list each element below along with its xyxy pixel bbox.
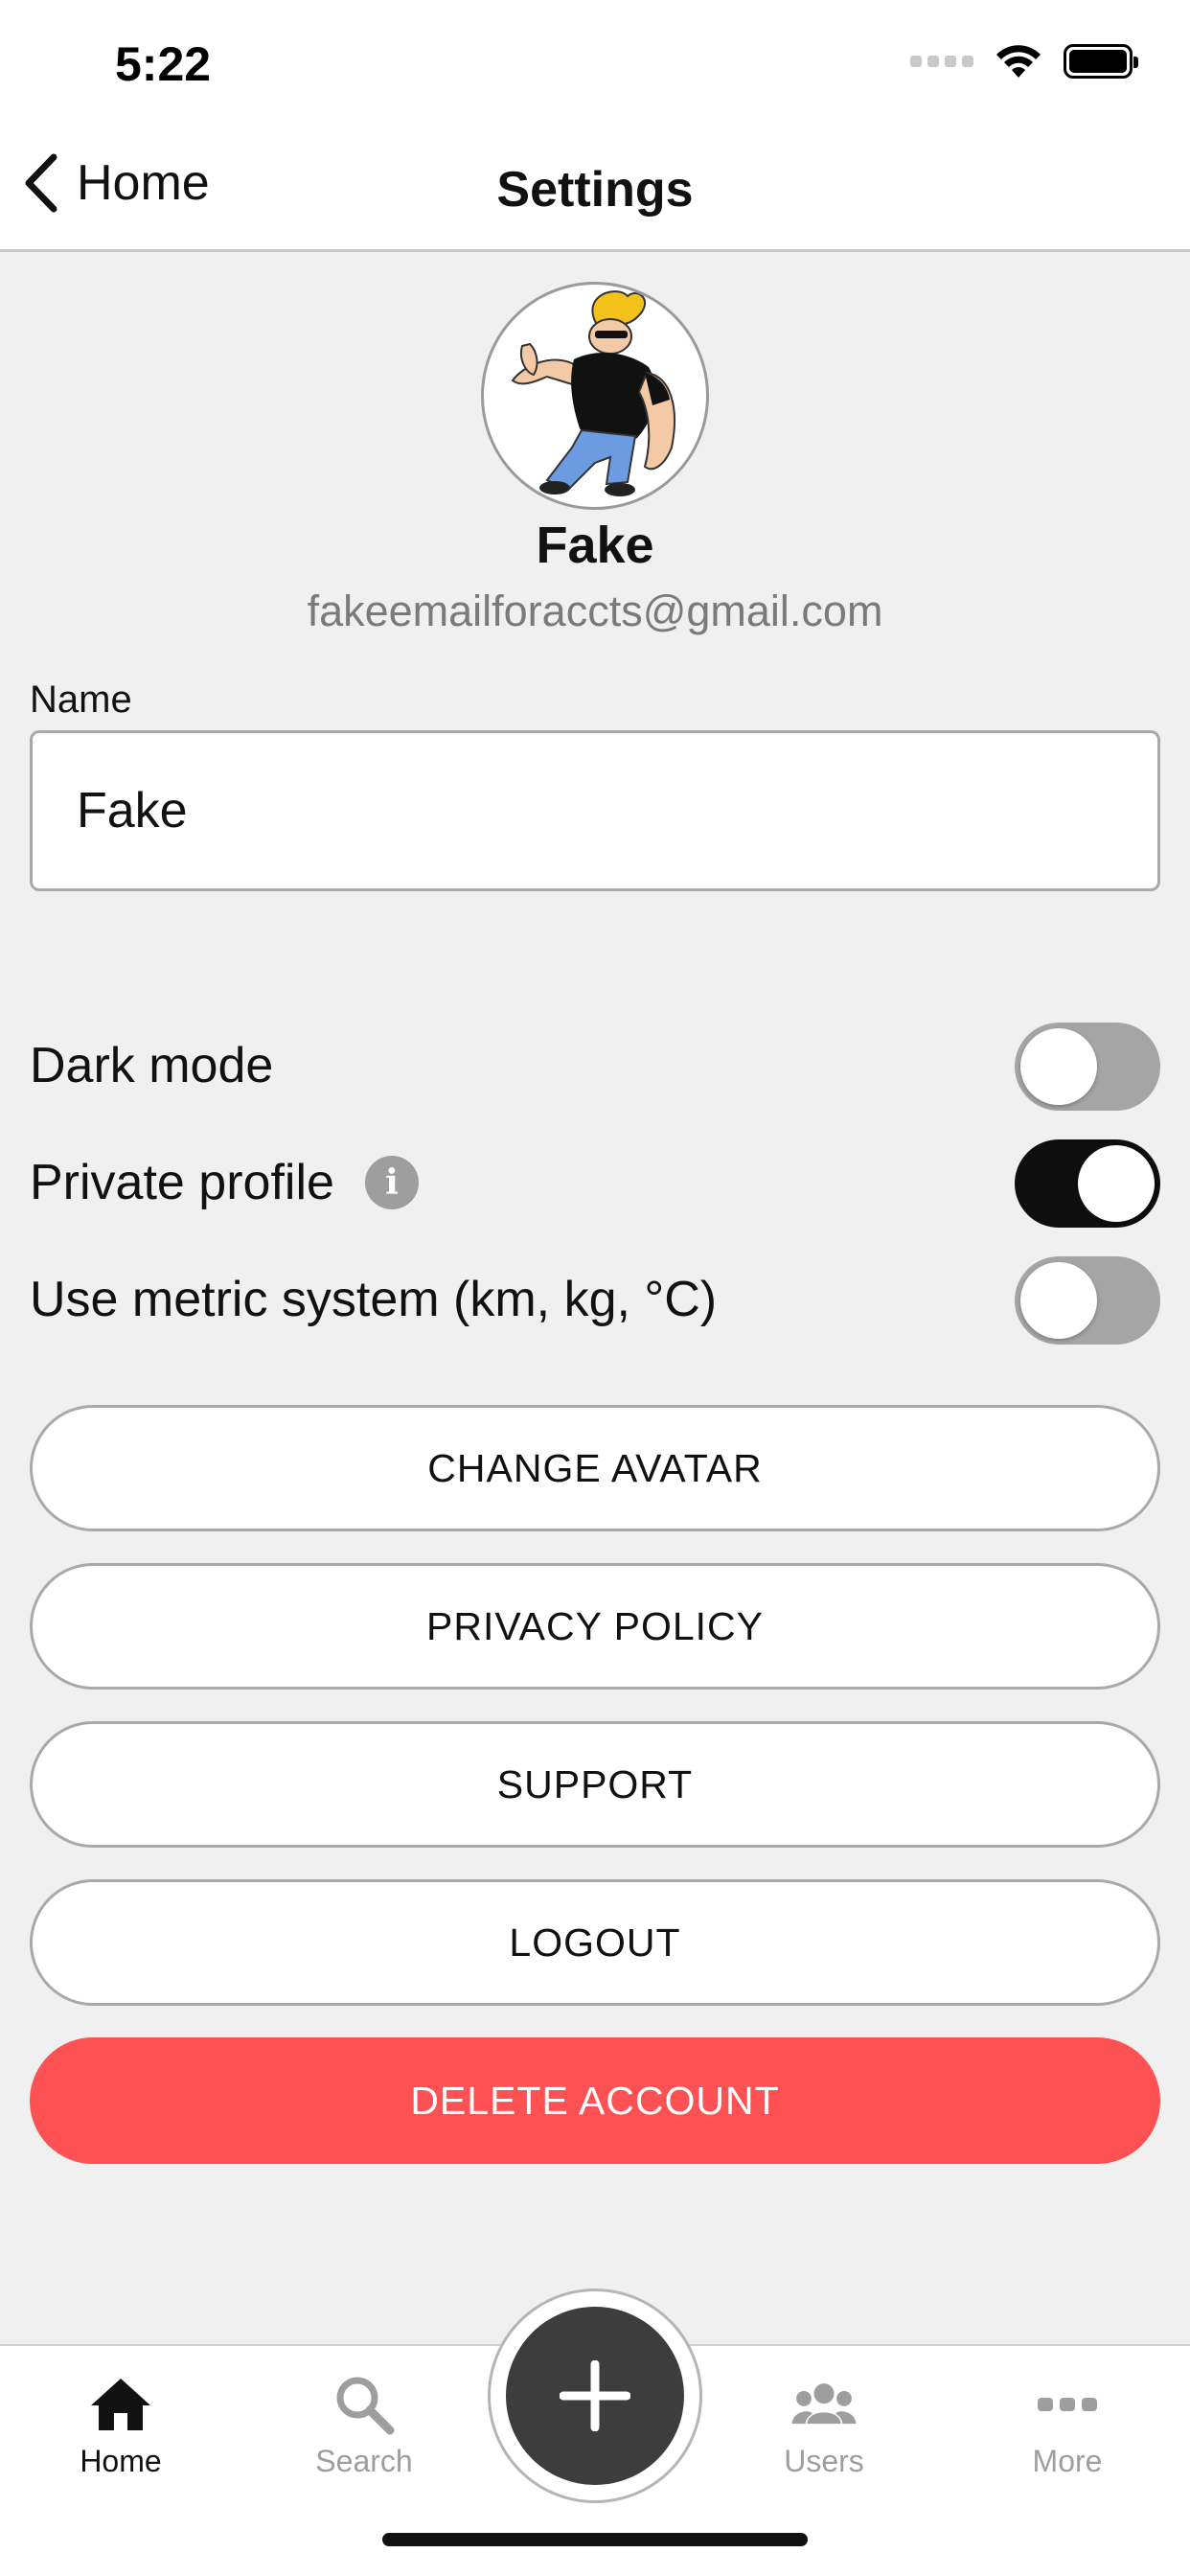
support-button[interactable]: SUPPORT	[30, 1721, 1160, 1848]
wifi-icon	[996, 45, 1041, 78]
top-bar: 5:22 Home Settings	[0, 0, 1190, 252]
change-avatar-button[interactable]: CHANGE AVATAR	[30, 1405, 1160, 1531]
tab-more-label: More	[1032, 2444, 1103, 2478]
dark-mode-toggle[interactable]	[1015, 1023, 1160, 1111]
home-indicator	[382, 2533, 808, 2546]
privacy-policy-button[interactable]: PRIVACY POLICY	[30, 1563, 1160, 1690]
delete-account-button[interactable]: DELETE ACCOUNT	[30, 2037, 1160, 2164]
tab-users[interactable]: Users	[728, 2346, 920, 2499]
status-icons	[910, 42, 1138, 80]
cellular-signal-icon	[910, 56, 973, 67]
users-icon	[791, 2383, 857, 2425]
profile-name: Fake	[536, 517, 654, 574]
private-profile-label: Private profile	[30, 1155, 334, 1210]
battery-icon	[1064, 44, 1138, 79]
search-icon	[336, 2377, 395, 2435]
tab-more[interactable]: More	[972, 2346, 1163, 2499]
tab-home[interactable]: Home	[25, 2346, 217, 2499]
metric-system-toggle[interactable]	[1015, 1256, 1160, 1345]
name-field-label: Name	[30, 678, 132, 721]
avatar[interactable]	[481, 282, 709, 510]
tab-search-label: Search	[315, 2444, 413, 2478]
info-icon[interactable]: i	[364, 1156, 419, 1209]
tab-search[interactable]: Search	[268, 2346, 460, 2499]
profile-email: fakeemailforaccts@gmail.com	[307, 586, 883, 635]
logout-button[interactable]: LOGOUT	[30, 1879, 1160, 2006]
home-icon	[91, 2379, 150, 2430]
avatar-cartoon-image	[511, 290, 675, 496]
more-icon	[1038, 2398, 1097, 2411]
page-title: Settings	[496, 162, 694, 218]
add-button-ring	[488, 2288, 702, 2503]
dark-mode-row: Dark mode	[30, 1020, 1160, 1112]
status-time: 5:22	[115, 37, 212, 91]
add-button[interactable]	[506, 2307, 684, 2485]
metric-system-label: Use metric system (km, kg, °C)	[30, 1272, 718, 1327]
plus-icon	[560, 2360, 630, 2431]
private-profile-row: Private profile i	[30, 1137, 1160, 1229]
private-profile-toggle[interactable]	[1015, 1139, 1160, 1228]
dark-mode-label: Dark mode	[30, 1038, 274, 1093]
tab-home-label: Home	[80, 2444, 162, 2478]
name-input[interactable]	[30, 730, 1160, 891]
tab-users-label: Users	[784, 2444, 864, 2478]
metric-system-row: Use metric system (km, kg, °C)	[30, 1254, 1160, 1346]
